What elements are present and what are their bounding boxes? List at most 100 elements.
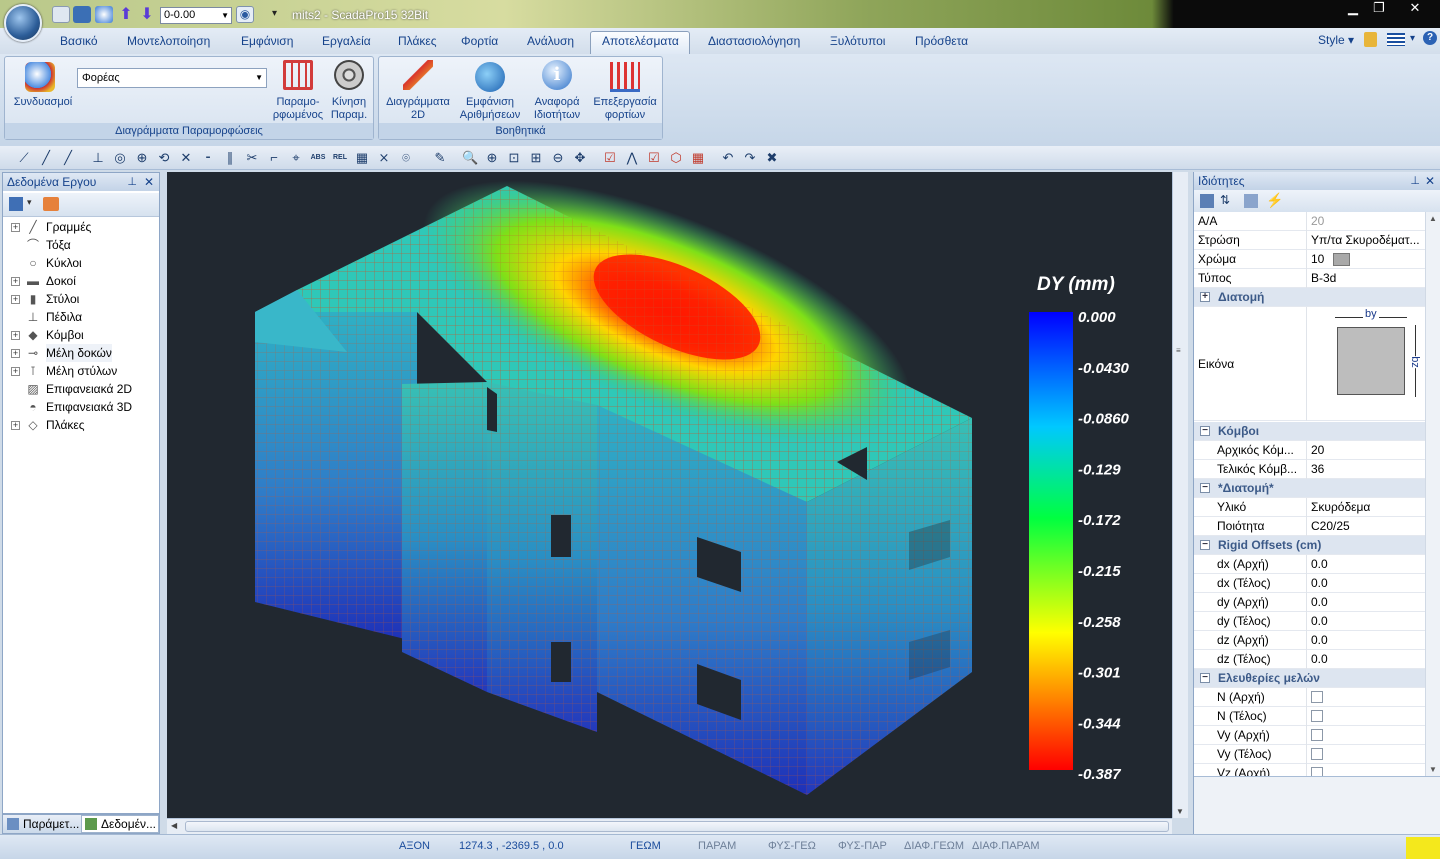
- scroll-down-icon[interactable]: ▼: [1176, 807, 1184, 816]
- property-row[interactable]: Vy (Τέλος): [1194, 745, 1426, 766]
- property-pages-icon[interactable]: [1244, 194, 1258, 208]
- target-icon[interactable]: ⊕: [134, 150, 150, 166]
- arrow-up-icon[interactable]: ⬆: [117, 6, 135, 23]
- property-row[interactable]: Αρχικός Κόμ... 20: [1194, 441, 1426, 460]
- property-category[interactable]: − Ελευθερίες μελών: [1194, 669, 1426, 688]
- status-diaf-geom[interactable]: ΔΙΑΦ.ΓΕΩΜ: [904, 840, 964, 852]
- load-case-combo[interactable]: Φορέας ▼: [77, 68, 267, 88]
- lock-icon[interactable]: [1364, 32, 1377, 47]
- properties-scrollbar[interactable]: ▲ ▼: [1425, 212, 1440, 776]
- zoom-extents-icon[interactable]: ⊞: [528, 150, 544, 166]
- arrow-down-icon[interactable]: ⬇: [138, 6, 156, 23]
- property-category[interactable]: − *Διατομή*: [1194, 479, 1426, 498]
- show-numbering-button[interactable]: Εμφάνιση Αριθμήσεων: [456, 60, 524, 122]
- rel-icon[interactable]: REL: [332, 150, 348, 166]
- checkbox[interactable]: [1311, 710, 1323, 722]
- language-dropdown-icon[interactable]: ▾: [1410, 33, 1415, 44]
- status-diaf-param[interactable]: ΔΙΑΦ.ΠΑΡΑΜ: [972, 840, 1040, 852]
- property-value[interactable]: [1306, 707, 1426, 728]
- property-value[interactable]: 10: [1306, 250, 1426, 269]
- polyline-icon[interactable]: ⟋: [16, 150, 32, 166]
- abs-icon[interactable]: ABS: [310, 150, 326, 166]
- property-value[interactable]: C20/25: [1306, 517, 1426, 536]
- pencil-icon[interactable]: ✎: [432, 150, 448, 166]
- undo-icon[interactable]: ↶: [720, 150, 736, 166]
- tab-loads[interactable]: Φορτία: [461, 34, 498, 48]
- scroll-thumb[interactable]: [185, 821, 1169, 832]
- style-menu[interactable]: Style ▾: [1318, 33, 1354, 47]
- property-row[interactable]: Vy (Αρχή): [1194, 726, 1426, 747]
- snap-icon[interactable]: ⌖: [288, 150, 304, 166]
- model-viewport[interactable]: DY (mm) 0.000 -0.0430 -0.0860 -0.129 -0.172 -…: [167, 172, 1172, 818]
- expand-icon[interactable]: +: [1200, 292, 1210, 302]
- tab-basic[interactable]: Βασικό: [60, 34, 98, 48]
- status-phys-geo[interactable]: ΦΥΣ-ΓΕΩ: [768, 840, 816, 852]
- zoom-icon[interactable]: 🔍: [462, 150, 478, 166]
- refresh-icon[interactable]: [43, 197, 59, 211]
- tree-item[interactable]: ◓ Επιφανειακά 3D: [4, 398, 156, 416]
- pin-icon[interactable]: ⊥: [127, 173, 137, 191]
- tree-item[interactable]: ⌒ Τόξα: [4, 236, 156, 254]
- property-row[interactable]: N (Αρχή): [1194, 688, 1426, 709]
- tab-tools[interactable]: Εργαλεία: [322, 34, 371, 48]
- rotate-icon[interactable]: ⟲: [156, 150, 172, 166]
- zoom-out-icon[interactable]: ⊖: [550, 150, 566, 166]
- tab-parameters[interactable]: Παράμετ...: [23, 817, 79, 831]
- deformed-button[interactable]: Παραμο- ρφωμένος: [270, 60, 326, 122]
- status-axon[interactable]: ΑΞΟΝ: [399, 840, 430, 852]
- status-param[interactable]: ΠΑΡΑΜ: [698, 840, 736, 852]
- expand-icon[interactable]: +: [11, 295, 20, 304]
- property-value[interactable]: 0.0: [1306, 650, 1426, 669]
- tree-item[interactable]: + ◇ Πλάκες: [4, 416, 156, 434]
- tab-addins[interactable]: Πρόσθετα: [915, 34, 968, 48]
- property-row[interactable]: Τύπος B-3d: [1194, 269, 1426, 288]
- expand-icon[interactable]: +: [11, 367, 20, 376]
- property-value[interactable]: 36: [1306, 460, 1426, 479]
- collapse-icon[interactable]: −: [1200, 673, 1210, 683]
- check-icon[interactable]: ☑: [602, 150, 618, 166]
- chevron-down-icon[interactable]: ▾: [27, 197, 32, 208]
- flag-icon[interactable]: [1387, 33, 1405, 46]
- checkbox[interactable]: [1311, 748, 1323, 760]
- events-icon[interactable]: ⚡: [1266, 192, 1283, 209]
- property-row[interactable]: dz (Αρχή) 0.0: [1194, 631, 1426, 650]
- tab-modeling[interactable]: Μοντελοποίηση: [127, 34, 210, 48]
- tab-analysis[interactable]: Ανάλυση: [527, 34, 574, 48]
- chart-icon[interactable]: ⋀: [624, 150, 640, 166]
- tab-slabs[interactable]: Πλάκες: [398, 34, 437, 48]
- redo-icon[interactable]: ↷: [742, 150, 758, 166]
- zoom-in-icon[interactable]: ⊕: [484, 150, 500, 166]
- globe-icon[interactable]: [95, 6, 113, 23]
- tree-view-icon[interactable]: [9, 197, 23, 211]
- property-category[interactable]: + Διατομή: [1194, 288, 1426, 307]
- property-value[interactable]: 20: [1306, 212, 1426, 231]
- tab-view[interactable]: Εμφάνιση: [241, 34, 293, 48]
- perpendicular-icon[interactable]: ⊥: [90, 150, 106, 166]
- property-value[interactable]: 0.0: [1306, 555, 1426, 574]
- tree-item[interactable]: + ▬ Δοκοί: [4, 272, 156, 290]
- break-icon[interactable]: ⨯: [376, 150, 392, 166]
- property-row[interactable]: dy (Αρχή) 0.0: [1194, 593, 1426, 612]
- table-icon[interactable]: ▦: [690, 150, 706, 166]
- property-row[interactable]: dx (Αρχή) 0.0: [1194, 555, 1426, 574]
- tree-item[interactable]: ▨ Επιφανειακά 2D: [4, 380, 156, 398]
- property-value[interactable]: B-3d: [1306, 269, 1426, 288]
- collapse-icon[interactable]: −: [1200, 540, 1210, 550]
- property-row[interactable]: N (Τέλος): [1194, 707, 1426, 728]
- check-icon[interactable]: ☑: [646, 150, 662, 166]
- property-row[interactable]: dz (Τέλος) 0.0: [1194, 650, 1426, 669]
- property-value[interactable]: [1306, 745, 1426, 766]
- property-value[interactable]: 0.0: [1306, 593, 1426, 612]
- tab-results[interactable]: Αποτελέσματα: [602, 34, 679, 48]
- property-category[interactable]: − Κόμβοι: [1194, 422, 1426, 441]
- expand-icon[interactable]: +: [11, 331, 20, 340]
- tree-item[interactable]: + ⊸ Μέλη δοκών: [4, 344, 156, 362]
- property-row-image[interactable]: Εικόνα by bz: [1194, 307, 1426, 421]
- tab-data[interactable]: Δεδομέν...: [101, 817, 156, 831]
- tree-item[interactable]: ○ Κύκλοι: [4, 254, 156, 272]
- trim-icon[interactable]: ✂: [244, 150, 260, 166]
- close-icon[interactable]: ✕: [1425, 172, 1435, 190]
- line-icon[interactable]: ╱: [60, 150, 76, 166]
- property-row[interactable]: Τελικός Κόμβ... 36: [1194, 460, 1426, 479]
- restore-icon[interactable]: ❐: [1364, 0, 1394, 18]
